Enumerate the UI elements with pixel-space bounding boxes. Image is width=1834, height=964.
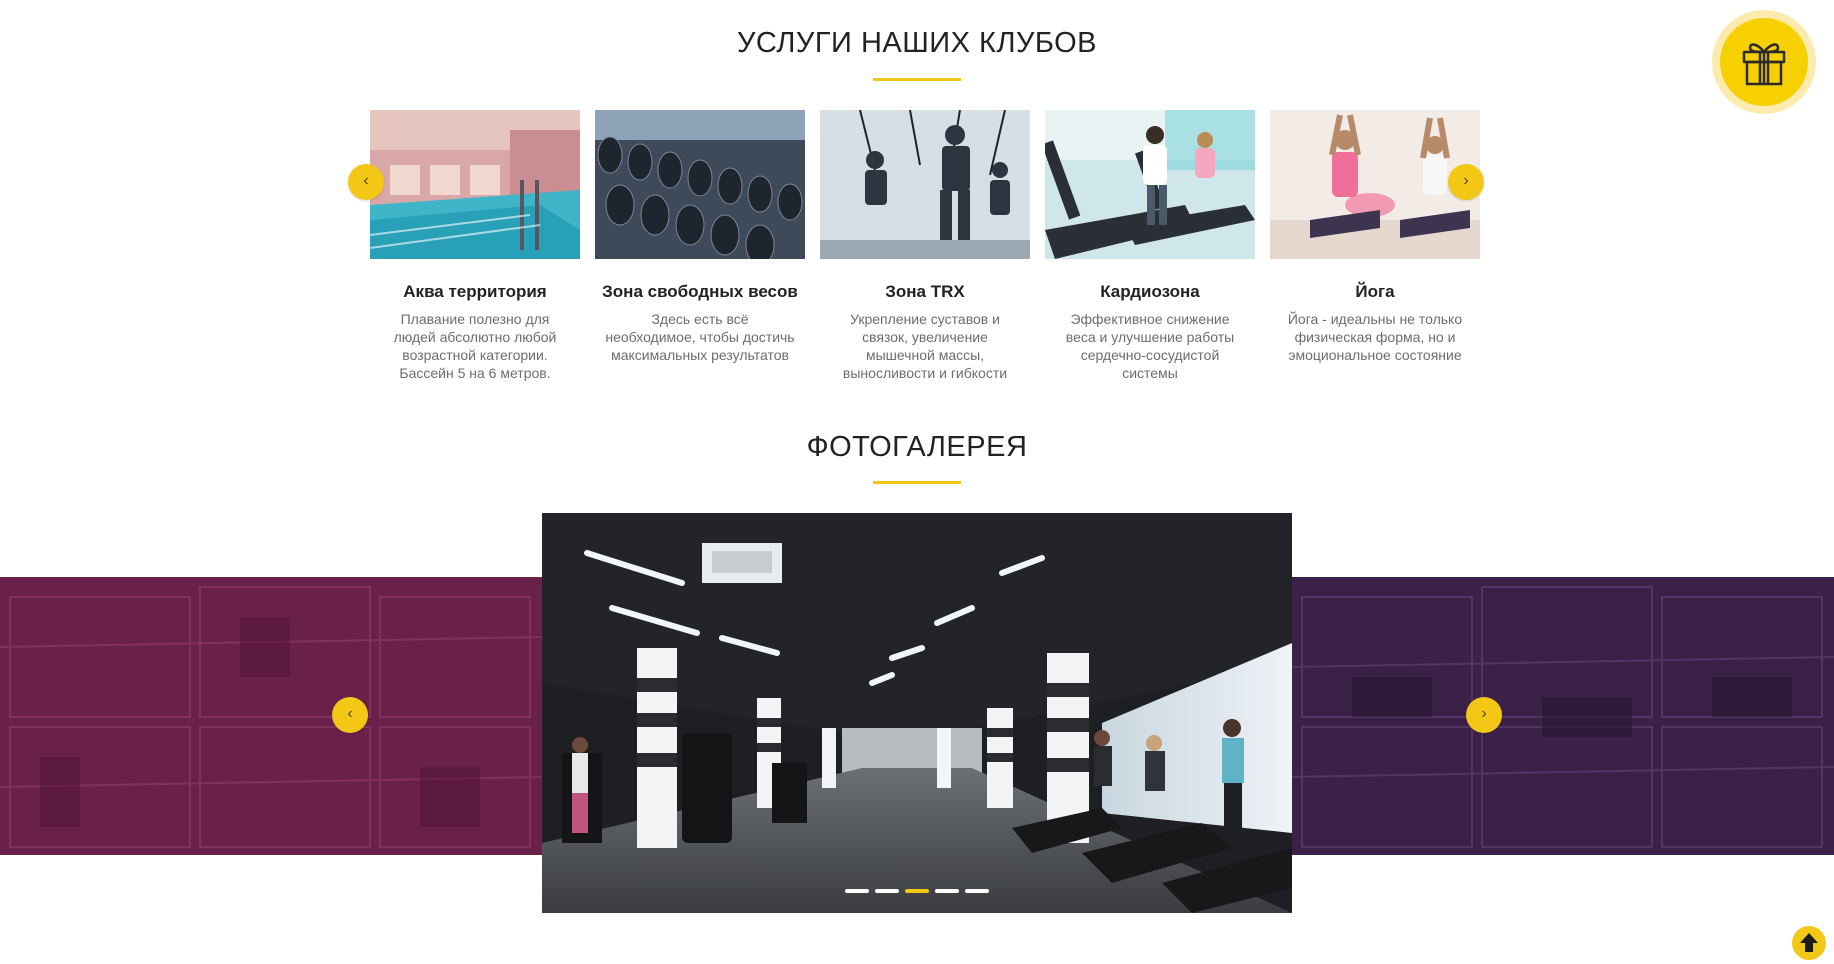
service-card-free-weights[interactable]: Зона свободных весов Здесь есть всё необ… — [595, 110, 805, 364]
services-title: УСЛУГИ НАШИХ КЛУБОВ — [736, 27, 1098, 59]
service-card-trx[interactable]: Зона TRX Укрепление суставов и связок, у… — [820, 110, 1030, 382]
services-carousel: Аква территория Плавание полезно для люд… — [348, 110, 1484, 390]
service-name: Зона свободных весов — [602, 282, 798, 301]
page: УСЛУГИ НАШИХ КЛУБОВ Аква территория Плав… — [0, 0, 1834, 964]
gym-hall-photo — [542, 513, 1292, 913]
gallery-active-slide[interactable] — [542, 513, 1292, 913]
gift-icon — [1742, 43, 1786, 86]
service-description: Эффективное снижение веса и улучшение ра… — [1065, 311, 1235, 381]
services-next-button[interactable]: › — [1448, 164, 1484, 200]
gallery-dot-2[interactable] — [875, 889, 899, 893]
gift-widget-button[interactable] — [1712, 10, 1816, 114]
service-description: Йога - идеальны не только физическая фор… — [1287, 311, 1463, 363]
service-card-yoga[interactable]: Йога Йога - идеальны не только физическа… — [1270, 110, 1480, 364]
gallery-dot-4[interactable] — [935, 889, 959, 893]
treadmill-photo — [1045, 110, 1255, 259]
gallery-prev-slide-preview — [0, 577, 542, 855]
service-name: Кардиозона — [1100, 282, 1200, 301]
gallery-dot-1[interactable] — [845, 889, 869, 893]
gallery-dot-3[interactable] — [905, 889, 929, 893]
chevron-right-icon: › — [1463, 172, 1469, 189]
gallery-dot-5[interactable] — [965, 889, 989, 893]
services-prev-button[interactable]: ‹ — [348, 164, 384, 200]
service-card-aqua[interactable]: Аква территория Плавание полезно для люд… — [370, 110, 580, 382]
gallery-next-slide-preview — [1292, 577, 1834, 855]
chevron-right-icon: › — [1481, 705, 1487, 722]
chevron-left-icon: ‹ — [347, 705, 353, 722]
gallery-prev-button[interactable]: ‹ — [332, 697, 368, 733]
pool-photo — [370, 110, 580, 259]
scroll-top-button[interactable] — [1792, 926, 1826, 960]
service-name: Аква территория — [403, 282, 547, 301]
gallery-title-underline — [873, 481, 961, 484]
gallery-title: ФОТОГАЛЕРЕЯ — [806, 431, 1028, 463]
service-name: Зона TRX — [885, 282, 965, 301]
chevron-left-icon: ‹ — [363, 172, 369, 189]
service-description: Плавание полезно для людей абсолютно люб… — [393, 311, 557, 381]
arrow-up-icon — [1800, 933, 1818, 952]
services-title-underline — [873, 78, 961, 81]
gallery-next-button[interactable]: › — [1466, 697, 1502, 733]
service-description: Здесь есть всё необходимое, чтобы достич… — [605, 311, 795, 363]
trx-photo — [820, 110, 1030, 259]
dumbbells-photo — [595, 110, 805, 259]
gift-widget-inner — [1720, 18, 1808, 106]
service-name: Йога — [1355, 282, 1395, 301]
service-description: Укрепление суставов и связок, увеличение… — [842, 311, 1008, 381]
gallery-pagination — [542, 889, 1292, 893]
service-card-cardio[interactable]: Кардиозона Эффективное снижение веса и у… — [1045, 110, 1255, 382]
